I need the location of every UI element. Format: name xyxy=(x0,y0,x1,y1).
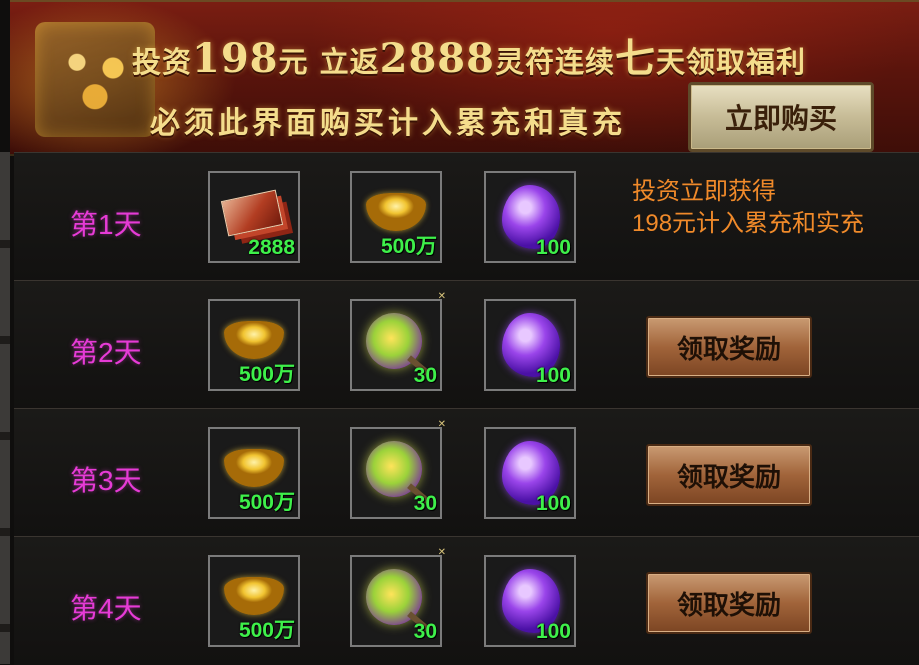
day-row-2: 第2天 500万 ✕ 30 100 领取奖励 xyxy=(14,280,919,409)
item-count: 30 xyxy=(413,492,437,515)
day-label: 第1天 xyxy=(70,209,142,240)
notice-line-1: 投资立即获得 xyxy=(632,178,776,205)
reward-slot[interactable]: 500万 xyxy=(350,171,442,263)
claim-reward-button[interactable]: 领取奖励 xyxy=(646,444,812,506)
reward-slot[interactable]: 100 xyxy=(484,299,576,391)
banner-headline: 投资198元 立返2888灵符连续七天领取福利 xyxy=(132,26,806,84)
item-count: 500万 xyxy=(238,363,295,386)
day-label: 第4天 xyxy=(70,593,142,624)
day-row-4: 第4天 500万 ✕ 30 100 领取奖励 xyxy=(14,536,919,665)
item-count: 100 xyxy=(535,492,571,515)
item-count: 30 xyxy=(413,620,437,643)
reward-slot[interactable]: ✕ 30 xyxy=(350,291,446,391)
reward-slot[interactable]: ✕ 30 xyxy=(350,547,446,647)
talisman-icon xyxy=(220,189,284,237)
headline-part-2: 元 立返 xyxy=(278,45,380,79)
seven-days-highlight: 七 xyxy=(614,35,656,82)
item-count: 500万 xyxy=(380,235,437,258)
item-count: 2888 xyxy=(248,236,295,259)
banner-subline: 必须此界面购买计入累充和真充 xyxy=(150,106,626,141)
headline-part-4: 天领取福利 xyxy=(655,45,806,79)
reward-amount: 2888 xyxy=(379,35,495,82)
notice-line-2: 198元计入累充和实充 xyxy=(632,210,865,237)
gold-ingot-icon xyxy=(224,577,284,615)
sparkle-icon: ✕ xyxy=(437,419,446,430)
item-count: 500万 xyxy=(238,619,295,642)
reward-slot[interactable]: 100 xyxy=(484,555,576,647)
day-label: 第3天 xyxy=(70,465,142,496)
claim-reward-button[interactable]: 领取奖励 xyxy=(646,572,812,634)
reward-slot[interactable]: ✕ 30 xyxy=(350,419,446,519)
reward-slot[interactable]: 2888 xyxy=(208,171,300,263)
gold-ingot-icon xyxy=(224,449,284,487)
left-frame-rail xyxy=(0,152,10,664)
reward-slot[interactable]: 500万 xyxy=(208,555,300,647)
investment-notice: 投资立即获得 198元计入累充和实充 xyxy=(632,176,864,240)
headline-part-1: 投资 xyxy=(132,45,193,79)
claim-reward-button[interactable]: 领取奖励 xyxy=(646,316,812,378)
item-count: 30 xyxy=(413,364,437,387)
reward-slot[interactable]: 500万 xyxy=(208,299,300,391)
item-count: 100 xyxy=(535,620,571,643)
day-row-3: 第3天 500万 ✕ 30 100 领取奖励 xyxy=(14,408,919,537)
investment-amount: 198 xyxy=(192,35,279,82)
sparkle-icon: ✕ xyxy=(437,291,446,302)
reward-slot[interactable]: 100 xyxy=(484,427,576,519)
investment-banner: 投资198元 立返2888灵符连续七天领取福利 必须此界面购买计入累充和真充 立… xyxy=(10,0,919,156)
sparkle-icon: ✕ xyxy=(437,547,446,558)
reward-slot[interactable]: 100 xyxy=(484,171,576,263)
gold-ingot-icon xyxy=(224,321,284,359)
item-count: 100 xyxy=(535,364,571,387)
buy-now-button[interactable]: 立即购买 xyxy=(688,82,874,152)
reward-slot[interactable]: 500万 xyxy=(208,427,300,519)
day-label: 第2天 xyxy=(70,337,142,368)
item-count: 100 xyxy=(535,236,571,259)
item-count: 500万 xyxy=(238,491,295,514)
headline-part-3: 灵符连续 xyxy=(494,45,615,79)
gold-ingot-icon xyxy=(366,193,426,231)
